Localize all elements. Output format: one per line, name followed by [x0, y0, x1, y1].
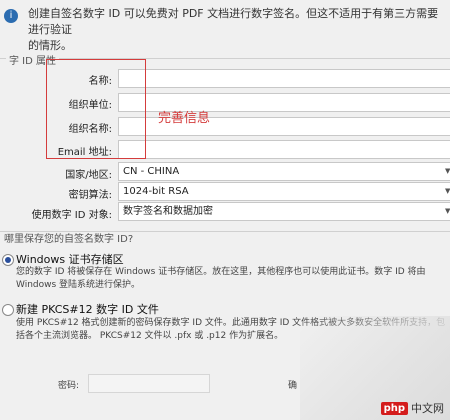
watermark-text: 中文网: [411, 402, 444, 415]
chevron-down-icon: ▼: [445, 167, 450, 175]
windows-store-radio[interactable]: [2, 254, 14, 266]
country-label: 国家/地区:: [65, 170, 112, 181]
annotation-box: [46, 59, 146, 159]
use-for-select[interactable]: 数字签名和数据加密 ▼: [118, 202, 450, 221]
windows-store-title[interactable]: Windows 证书存储区: [16, 251, 124, 267]
annotation-text: 完善信息: [158, 111, 211, 126]
password-field[interactable]: [88, 374, 210, 393]
key-algorithm-label: 密钥算法:: [68, 190, 112, 201]
use-for-label: 使用数字 ID 对象:: [31, 210, 112, 221]
intro-line-1: 创建自签名数字 ID 可以免费对 PDF 文档进行数字签名。但这不适用于有第三方…: [28, 7, 439, 36]
confirm-password-label: 确: [288, 381, 298, 391]
email-field[interactable]: [118, 140, 450, 159]
info-icon: i: [4, 9, 18, 23]
chevron-down-icon: ▼: [445, 207, 450, 215]
watermark-badge: php: [380, 401, 408, 415]
intro-text: 创建自签名数字 ID 可以免费对 PDF 文档进行数字签名。但这不适用于有第三方…: [28, 6, 446, 54]
chevron-down-icon: ▼: [445, 187, 450, 195]
pkcs12-file-radio[interactable]: [2, 304, 14, 316]
windows-store-desc: 您的数字 ID 将被保存在 Windows 证书存储区。放在这里，其他程序也可以…: [16, 267, 426, 290]
country-select[interactable]: CN - CHINA ▼: [118, 162, 450, 181]
intro-line-2: 的情形。: [28, 39, 72, 52]
storage-question: 哪里保存您的自签名数字 ID?: [4, 234, 134, 245]
name-field[interactable]: [118, 69, 450, 88]
password-label: 密码:: [58, 381, 80, 391]
key-algorithm-select[interactable]: 1024-bit RSA ▼: [118, 182, 450, 201]
watermark: php 中文网: [380, 400, 444, 416]
pkcs12-file-title[interactable]: 新建 PKCS#12 数字 ID 文件: [16, 301, 159, 317]
